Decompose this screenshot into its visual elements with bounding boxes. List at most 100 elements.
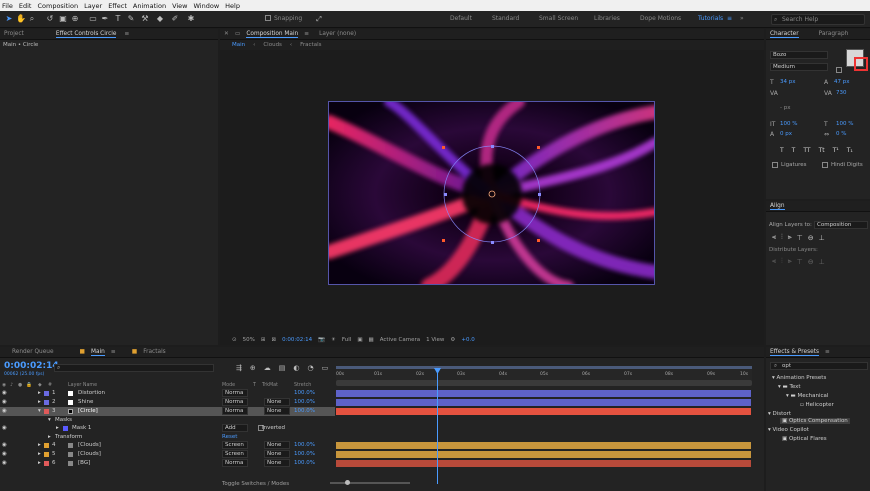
breadcrumb-fractals[interactable]: Fractals: [300, 42, 321, 48]
breadcrumb-clouds[interactable]: Clouds: [263, 42, 282, 48]
snapping-checkbox[interactable]: [265, 15, 271, 21]
eraser-tool-icon[interactable]: ◆: [155, 14, 165, 24]
layer-name[interactable]: Distortion: [78, 390, 105, 396]
t-header[interactable]: T: [253, 383, 256, 388]
workspace-overflow-icon[interactable]: »: [740, 15, 744, 22]
faux-bold-button[interactable]: T: [780, 147, 784, 154]
tab-project[interactable]: Project: [4, 31, 24, 37]
expand-arrow-icon[interactable]: ▸: [56, 425, 59, 431]
layer-stretch-value[interactable]: 100.0%: [294, 451, 315, 457]
layer-label-color[interactable]: [44, 399, 49, 405]
view-layout-dropdown[interactable]: 1 View: [426, 337, 444, 343]
tab-paragraph[interactable]: Paragraph: [819, 31, 849, 37]
align-to-dropdown[interactable]: Composition: [814, 221, 868, 229]
rotate-tool-icon[interactable]: ↺: [45, 14, 55, 24]
tab-render-queue[interactable]: Render Queue: [12, 349, 54, 355]
mask-color[interactable]: [63, 425, 68, 431]
faux-italic-button[interactable]: T: [792, 147, 796, 154]
snapshot-icon[interactable]: 📷: [318, 337, 325, 343]
collapse-arrow-icon[interactable]: ▾: [38, 408, 41, 414]
close-icon[interactable]: ✕: [224, 31, 229, 37]
layer-bar-6[interactable]: [336, 460, 751, 467]
tracking-value[interactable]: 730: [836, 90, 847, 96]
graph-editor-icon[interactable]: ◔: [307, 364, 313, 372]
distribute-hcenter-button[interactable]: ⊖: [808, 258, 814, 266]
layer-name[interactable]: [Circle]: [78, 408, 98, 414]
menu-window[interactable]: Window: [194, 2, 220, 10]
subscript-button[interactable]: T₁: [847, 147, 853, 154]
workspace-dope-motions[interactable]: Dope Motions: [640, 15, 681, 22]
align-left-button[interactable]: ⫷: [772, 233, 776, 242]
playhead-line[interactable]: [437, 368, 438, 484]
leading-value[interactable]: 47 px: [834, 79, 850, 85]
breadcrumb-main[interactable]: Main: [232, 42, 245, 48]
workspace-menu-icon[interactable]: ≡: [727, 15, 732, 22]
expand-arrow-icon[interactable]: ▸: [38, 390, 41, 396]
brush-tool-icon[interactable]: ✎: [126, 14, 136, 24]
menu-layer[interactable]: Layer: [84, 2, 102, 10]
settings-icon[interactable]: ⚙: [450, 337, 455, 343]
layer-label-color[interactable]: [44, 390, 49, 396]
layer-row-4[interactable]: ◉ ▸ 4 [Clouds] Screen None 100.0%: [0, 441, 335, 450]
stroke-color-swatch[interactable]: [854, 57, 868, 71]
layer-trkmat-dropdown[interactable]: None: [264, 450, 290, 459]
tab-effects-presets[interactable]: Effects & Presets: [770, 349, 820, 356]
layer-name[interactable]: [Clouds]: [78, 451, 101, 457]
layer-label-color[interactable]: [44, 460, 49, 466]
time-ruler[interactable]: 00s 01s 02s 03s 04s 05s 06s 07s 08s 09s …: [336, 366, 752, 380]
expand-arrow-icon[interactable]: ▸: [38, 451, 41, 457]
layer-trkmat-dropdown[interactable]: None: [264, 407, 290, 416]
workspace-standard[interactable]: Standard: [492, 15, 519, 22]
exposure-value[interactable]: +0.0: [461, 337, 474, 343]
zoom-dropdown[interactable]: 50%: [243, 337, 255, 343]
align-vcenter-button[interactable]: ⊖: [808, 234, 814, 242]
menu-edit[interactable]: Edit: [19, 2, 32, 10]
comp-timecode[interactable]: 0:00:02:14: [282, 337, 312, 343]
layer-stretch-value[interactable]: 100.0%: [294, 390, 315, 396]
align-top-button[interactable]: ⊤: [797, 234, 803, 242]
layer-bar-3[interactable]: [336, 408, 751, 415]
layer-bar-5[interactable]: [336, 451, 751, 458]
distribute-left-button[interactable]: ⊤: [797, 258, 803, 266]
tree-item-mechanical[interactable]: ▾ ▬ Mechanical: [786, 393, 828, 399]
tree-item-text[interactable]: ▾ ▬ Text: [778, 384, 801, 390]
region-icon[interactable]: ▣: [357, 337, 362, 343]
visibility-eye-icon[interactable]: ◉: [2, 399, 7, 405]
layer-name-header[interactable]: Layer Name: [68, 383, 97, 388]
panel-menu-icon[interactable]: ≡: [825, 349, 830, 355]
menu-effect[interactable]: Effect: [108, 2, 127, 10]
align-right-button[interactable]: ⫸: [788, 233, 792, 242]
tree-item-distort[interactable]: ▾ Distort: [768, 411, 791, 417]
tab-layer[interactable]: Layer (none): [319, 31, 356, 37]
effects-search-value[interactable]: opt: [782, 363, 791, 369]
chart-icon[interactable]: ▭: [322, 364, 329, 372]
layer-mode-dropdown[interactable]: Norma: [222, 398, 248, 407]
visibility-eye-icon[interactable]: ◉: [2, 408, 7, 414]
superscript-button[interactable]: T¹: [833, 147, 839, 154]
layer-row-1[interactable]: ◉ ▸ 1 Distortion Norma 100.0%: [0, 389, 335, 398]
puppet-tool-icon[interactable]: ✱: [186, 14, 196, 24]
workspace-tutorials[interactable]: Tutorials: [698, 15, 723, 22]
camera-tool-icon[interactable]: ▣: [58, 14, 68, 24]
grid-icon[interactable]: ⊠: [271, 337, 276, 343]
tab-effect-controls[interactable]: Effect Controls Circle: [55, 31, 117, 38]
visibility-eye-icon[interactable]: ◉: [2, 442, 7, 448]
tab-main[interactable]: Main: [91, 349, 105, 356]
mode-header[interactable]: Mode: [222, 383, 235, 388]
pan-behind-tool-icon[interactable]: ⊕: [70, 14, 80, 24]
layer-row-6[interactable]: ◉ ▸ 6 [BG] Norma None 100.0%: [0, 459, 335, 468]
layer-stretch-value[interactable]: 100.0%: [294, 408, 315, 414]
layer-mode-dropdown[interactable]: Norma: [222, 389, 248, 398]
layer-trkmat-dropdown[interactable]: None: [264, 398, 290, 407]
align-hcenter-button[interactable]: ⫶: [781, 233, 783, 242]
menu-composition[interactable]: Composition: [37, 2, 78, 10]
layer-mode-dropdown[interactable]: Screen: [222, 441, 248, 450]
layer-name[interactable]: [BG]: [78, 460, 90, 466]
tree-item-animation-presets[interactable]: ▾ Animation Presets: [772, 375, 826, 381]
layer-row-3-selected[interactable]: ◉ ▾ 3 [Circle] Norma None 100.0%: [0, 407, 335, 416]
layer-stretch-value[interactable]: 100.0%: [294, 442, 315, 448]
visibility-eye-icon[interactable]: ◉: [2, 451, 7, 457]
resolution-dropdown[interactable]: Full: [342, 337, 351, 343]
frame-blending-icon[interactable]: ▤: [279, 364, 286, 372]
composition-viewer[interactable]: [328, 101, 655, 285]
